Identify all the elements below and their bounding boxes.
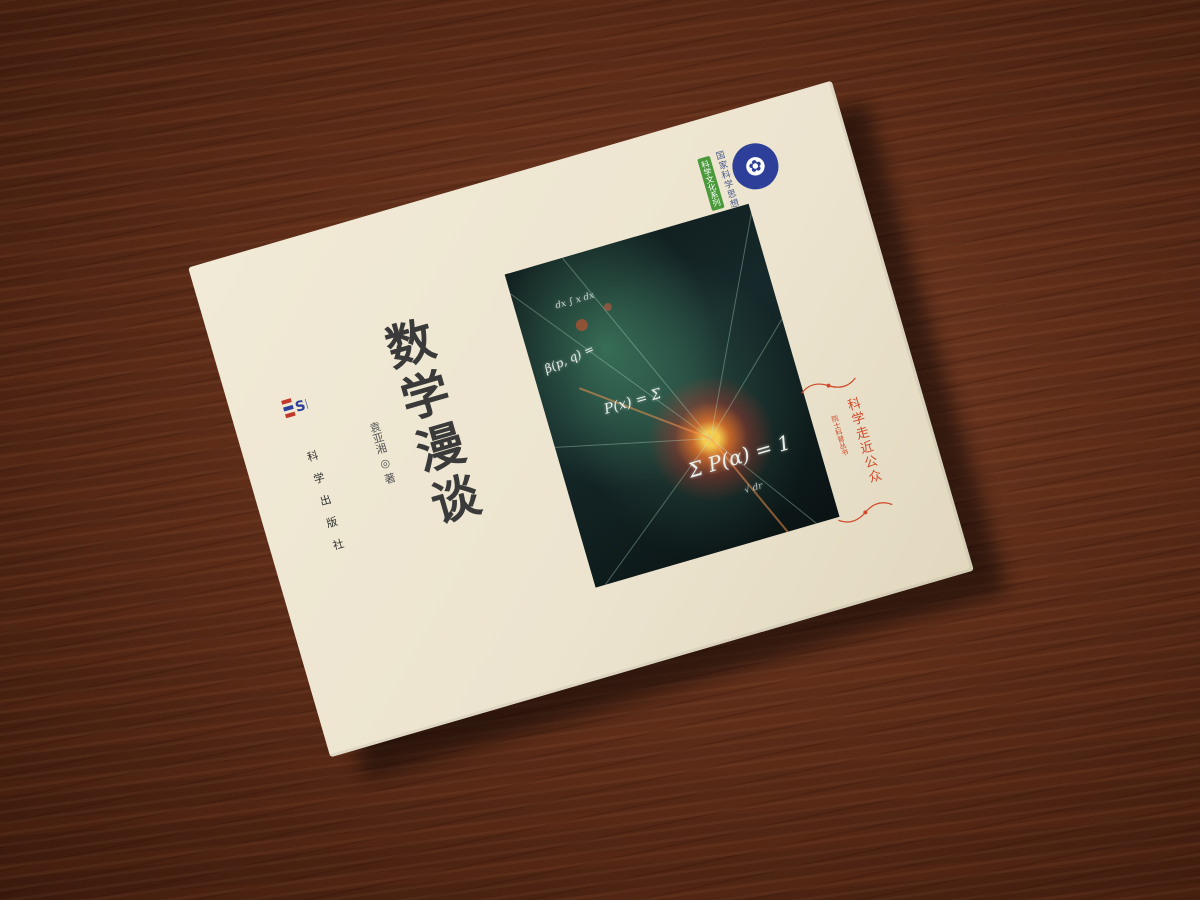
series-badge: 科学走近公众 院士科普丛书 — [830, 384, 892, 498]
flower-icon: ✿ — [746, 154, 765, 177]
book-cover: ✿ 国家科学思想库 科学文化系列 Σ P(α) = 1 P(x) = Σ β(p… — [188, 80, 974, 758]
ornament-bottom-icon — [838, 502, 893, 523]
book-title: 数学漫谈 — [371, 313, 486, 537]
cover-illustration: Σ P(α) = 1 P(x) = Σ β(p, q) = dx ∫ x dx … — [504, 203, 840, 588]
publisher-name: 科学出版社 — [304, 448, 349, 563]
wooden-table: ✿ 国家科学思想库 科学文化系列 Σ P(α) = 1 P(x) = Σ β(p… — [0, 0, 1200, 900]
svg-text:SP: SP — [293, 395, 309, 416]
publisher-logo-icon: SP — [281, 395, 310, 419]
series-badge-title: 科学走近公众 — [843, 395, 883, 487]
light-streaks — [509, 213, 817, 586]
